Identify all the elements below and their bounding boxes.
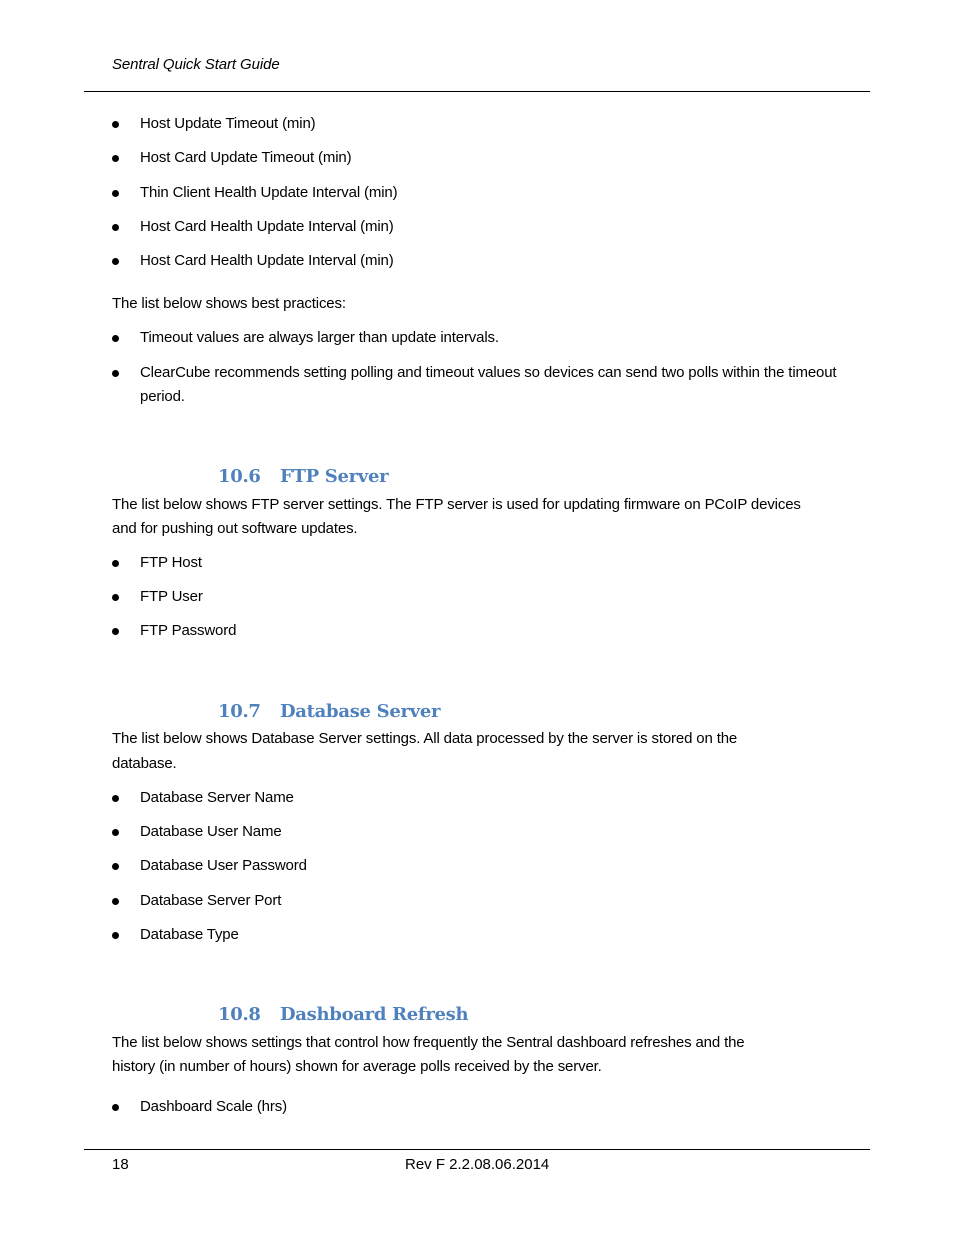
bullet-icon [112, 628, 119, 635]
section-body: database. [112, 755, 177, 772]
bullet-icon [112, 829, 119, 836]
bullet-icon [112, 1104, 119, 1111]
bullet-icon [112, 190, 119, 197]
section-title: FTP Server [280, 466, 389, 487]
bullet-icon [112, 224, 119, 231]
section-title: Dashboard Refresh [280, 1004, 469, 1025]
bullet-icon [112, 258, 119, 265]
section-heading-dashboard-refresh: 10.8 Dashboard Refresh [218, 1004, 469, 1025]
section-heading-database-server: 10.7 Database Server [218, 701, 440, 722]
bullet-icon [112, 560, 119, 567]
footer-rule [84, 1149, 870, 1150]
bullet-icon [112, 370, 119, 377]
section-body: history (in number of hours) shown for a… [112, 1058, 602, 1075]
bullet-icon [112, 594, 119, 601]
bullet-icon [112, 898, 119, 905]
bullet-icon [112, 335, 119, 342]
section-title: Database Server [280, 701, 441, 722]
section-body: and for pushing out software updates. [112, 520, 358, 537]
section-number: 10.8 [218, 1004, 261, 1025]
section-body: The list below shows FTP server settings… [112, 496, 801, 513]
page-number: 18 [112, 1156, 129, 1173]
header-rule [84, 91, 870, 92]
bullet-icon [112, 795, 119, 802]
running-header-title: Sentral Quick Start Guide [112, 56, 280, 73]
bullet-icon [112, 121, 119, 128]
bullet-icon [112, 932, 119, 939]
revision-label: Rev F 2.2.08.06.2014 [405, 1156, 550, 1173]
bullet-icon [112, 155, 119, 162]
section-number: 10.7 [218, 701, 261, 722]
section-number: 10.6 [218, 466, 261, 487]
section-body: The list below shows Database Server set… [112, 730, 738, 747]
section-body: The list below shows settings that contr… [112, 1034, 745, 1051]
section-heading-ftp-server: 10.6 FTP Server [218, 466, 389, 487]
bullet-icon [112, 863, 119, 870]
best-practices-lead: The list below shows best practices: [112, 295, 346, 312]
